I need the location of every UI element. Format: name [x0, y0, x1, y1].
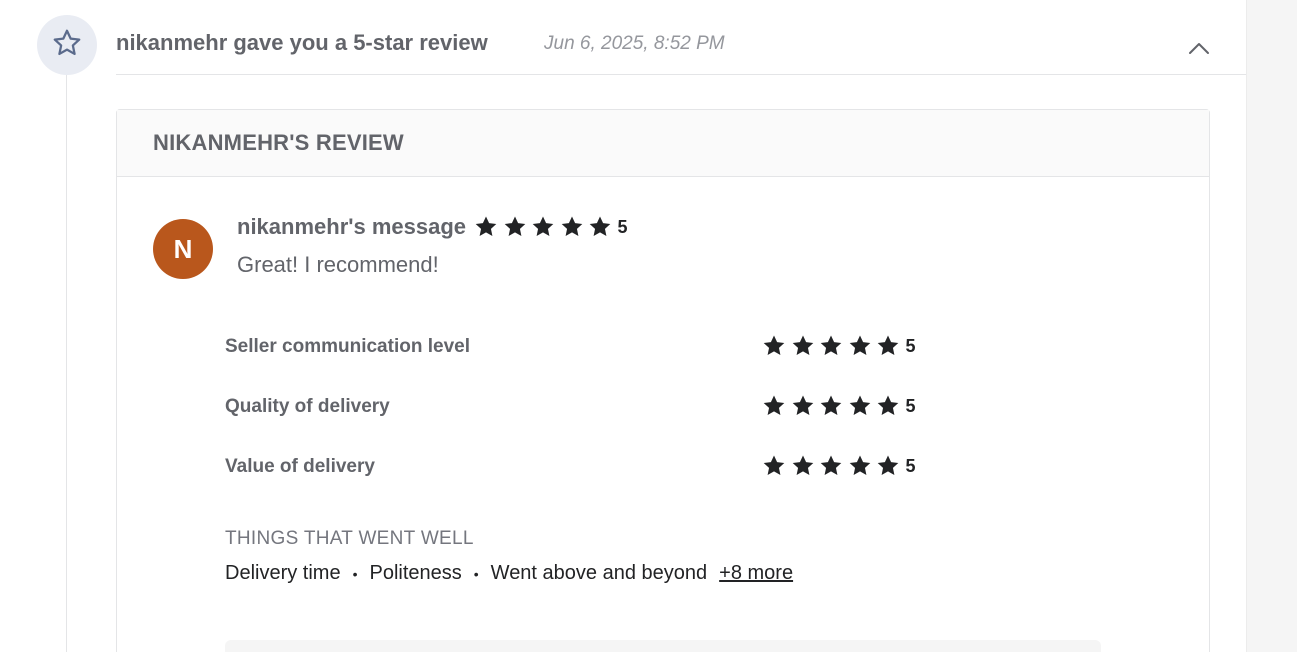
message-header: nikanmehr's message 5	[237, 214, 628, 240]
star-icon	[848, 394, 872, 418]
went-well-item: Politeness	[369, 562, 462, 584]
collapse-button[interactable]	[1187, 38, 1211, 62]
star-icon	[588, 215, 612, 239]
star-icon	[819, 334, 843, 358]
went-well-item: Went above and beyond	[490, 562, 708, 584]
star-icon	[848, 454, 872, 478]
criterion-star-rating: 5	[762, 394, 916, 418]
star-icon	[848, 334, 872, 358]
bullet-separator: •	[473, 565, 479, 582]
criterion-row: Quality of delivery 5	[225, 394, 945, 454]
criterion-star-rating: 5	[762, 334, 916, 358]
criterion-rating-value: 5	[905, 455, 916, 476]
bullet-separator: •	[352, 565, 358, 582]
rating-criteria: Seller communication level 5 Quality of …	[225, 334, 945, 514]
stars-group: 5	[762, 454, 916, 478]
star-icon	[791, 334, 815, 358]
criterion-label: Value of delivery	[225, 456, 375, 477]
review-card: NIKANMEHR'S REVIEW N nikanmehr's message…	[116, 109, 1210, 652]
order-activity-page: nikanmehr gave you a 5-star review Jun 6…	[0, 0, 1297, 652]
star-icon	[560, 215, 584, 239]
review-event-icon	[37, 15, 97, 75]
criterion-label: Seller communication level	[225, 336, 470, 357]
went-well-item: Delivery time	[225, 562, 341, 584]
star-icon	[474, 215, 498, 239]
star-icon	[762, 454, 786, 478]
review-card-title: NIKANMEHR'S REVIEW	[153, 130, 404, 155]
overall-rating-value: 5	[617, 216, 628, 237]
show-more-link[interactable]: +8 more	[719, 562, 793, 585]
star-outline-icon	[51, 27, 83, 64]
star-icon	[819, 454, 843, 478]
event-date: Jun 6, 2025, 8:52 PM	[544, 33, 725, 54]
avatar: N	[153, 219, 213, 279]
criterion-label: Quality of delivery	[225, 396, 390, 417]
stars-group: 5	[762, 394, 916, 418]
star-icon	[531, 215, 555, 239]
stars-group: 5	[762, 334, 916, 358]
review-event-header: nikanmehr gave you a 5-star review Jun 6…	[116, 0, 1246, 75]
right-gutter	[1246, 0, 1297, 652]
message-author: nikanmehr's message	[237, 214, 467, 239]
criterion-row: Value of delivery 5	[225, 454, 945, 514]
star-icon	[876, 394, 900, 418]
review-card-header: NIKANMEHR'S REVIEW	[117, 110, 1209, 177]
criterion-rating-value: 5	[905, 395, 916, 416]
criterion-rating-value: 5	[905, 335, 916, 356]
event-title: nikanmehr gave you a 5-star review	[116, 30, 488, 55]
criterion-row: Seller communication level 5	[225, 334, 945, 394]
criterion-star-rating: 5	[762, 454, 916, 478]
star-icon	[819, 394, 843, 418]
went-well-list: Delivery time • Politeness • Went above …	[225, 562, 793, 585]
star-icon	[791, 394, 815, 418]
review-message: Great! I recommend!	[237, 252, 439, 277]
star-icon	[762, 334, 786, 358]
star-icon	[503, 215, 527, 239]
star-icon	[876, 454, 900, 478]
chevron-up-icon	[1188, 41, 1210, 60]
timeline-line	[66, 75, 67, 652]
went-well-title: THINGS THAT WENT WELL	[225, 528, 474, 549]
overall-star-rating: 5	[474, 215, 628, 239]
star-icon	[762, 394, 786, 418]
star-icon	[791, 454, 815, 478]
star-icon	[876, 334, 900, 358]
response-box	[225, 640, 1101, 652]
